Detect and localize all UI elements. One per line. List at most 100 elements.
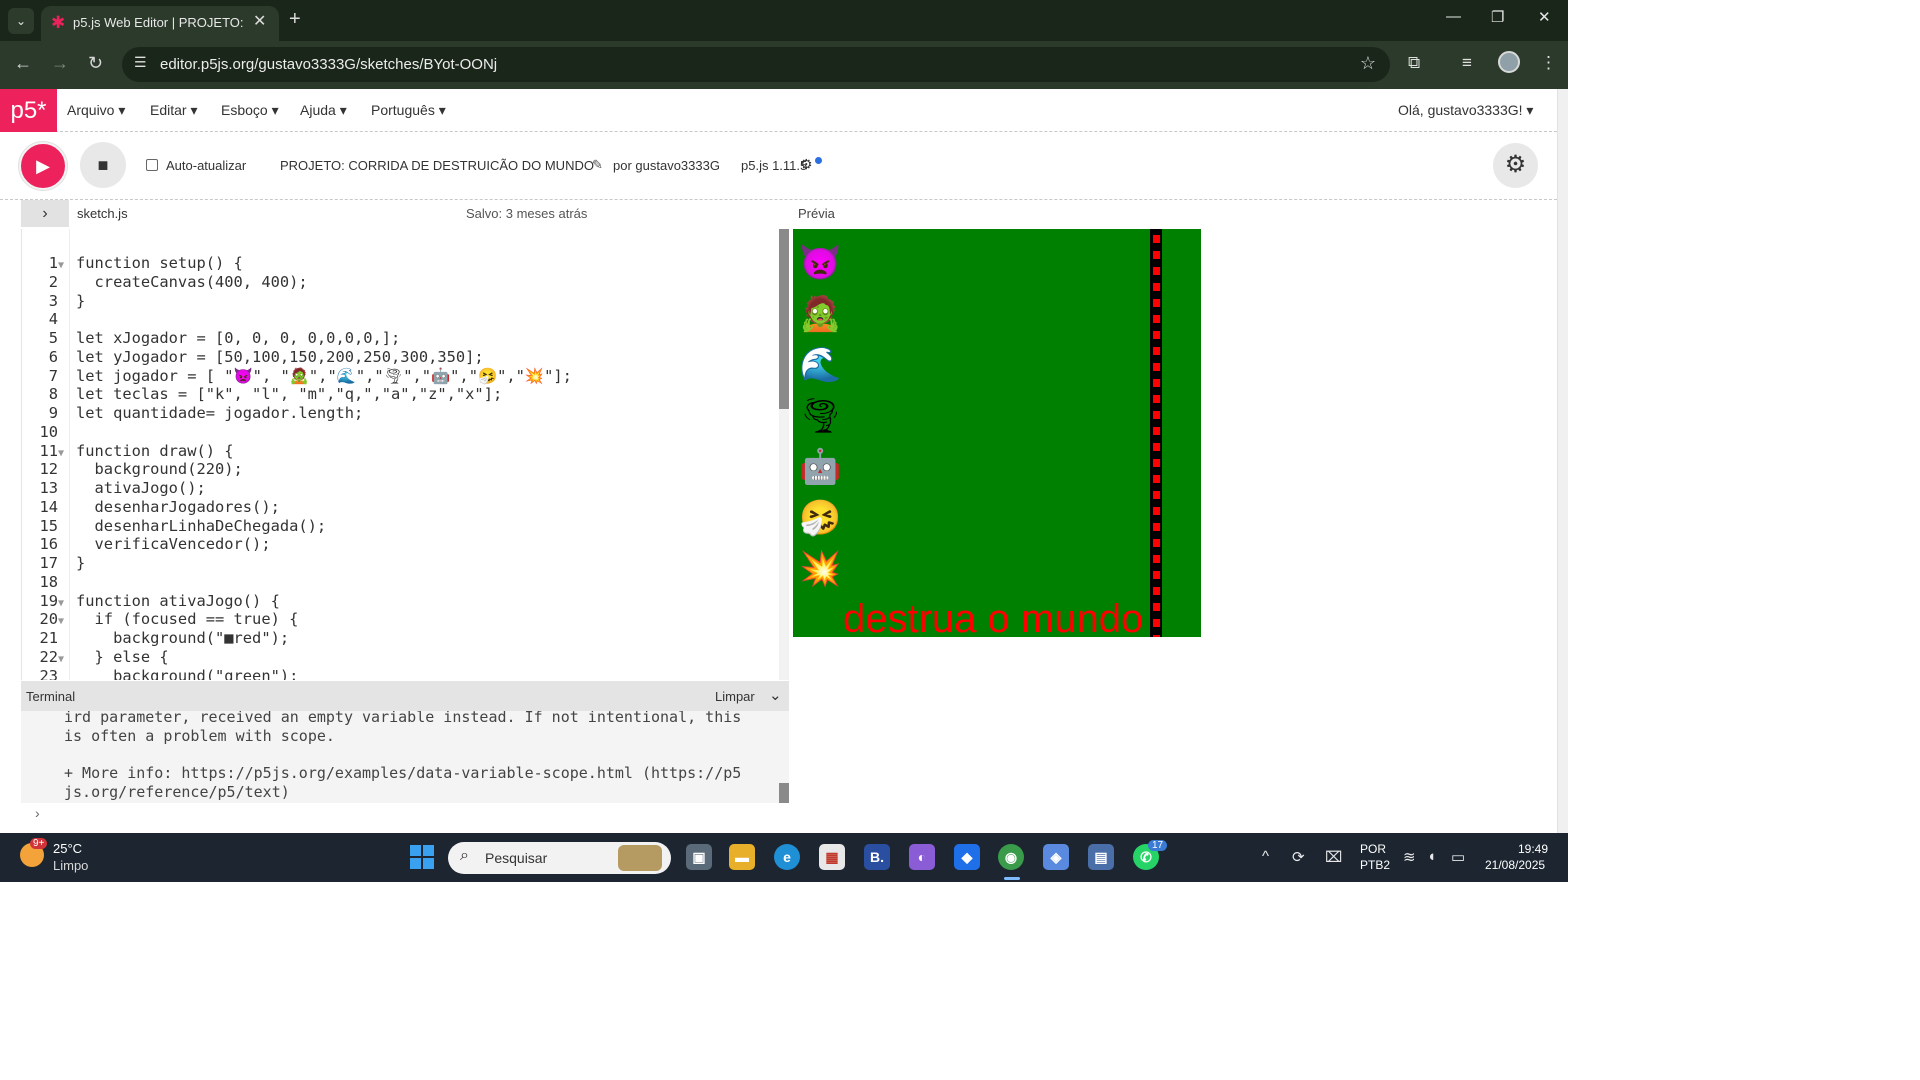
page-scrollbar[interactable] — [1557, 89, 1568, 833]
user-menu[interactable]: Olá, gustavo3333G! ▾ — [1398, 102, 1533, 119]
back-button[interactable]: ← — [14, 53, 32, 74]
code-line[interactable]: 15 desenharLinhaDeChegada(); — [22, 517, 572, 536]
store-icon[interactable]: ▦ — [819, 844, 845, 870]
forward-button[interactable]: → — [51, 53, 69, 74]
console-prompt[interactable]: › — [35, 805, 40, 821]
chrome-menu-icon[interactable]: ⋮ — [1540, 53, 1557, 73]
code-line[interactable]: 23 background("green"); — [22, 667, 572, 681]
wifi-icon[interactable]: ≋ — [1403, 848, 1416, 866]
code-line[interactable]: 18 — [22, 573, 572, 592]
clock-time[interactable]: 19:49 — [1518, 842, 1548, 856]
code-line[interactable]: 1▼ function setup() { — [22, 254, 572, 273]
new-tab-button[interactable]: + — [289, 8, 301, 31]
input-language[interactable]: POR — [1360, 842, 1386, 856]
browser-tab[interactable]: ✱ p5.js Web Editor | PROJETO: CO ✕ — [41, 6, 279, 41]
booking-icon[interactable]: B. — [864, 844, 890, 870]
remote-desktop-icon[interactable]: ▤ — [1088, 844, 1114, 870]
restore-button[interactable]: ❐ — [1491, 8, 1504, 26]
code-editor[interactable]: 1▼ function setup() {2 createCanvas(400, … — [21, 229, 790, 680]
code-line[interactable]: 20▼ if (focused == true) { — [22, 610, 572, 629]
code-line[interactable]: 10 — [22, 423, 572, 442]
code-line[interactable]: 14 desenharJogadores(); — [22, 498, 572, 517]
menu-language[interactable]: Português ▾ — [371, 102, 446, 119]
code-line[interactable]: 16 verificaVencedor(); — [22, 535, 572, 554]
code-line[interactable]: 13 ativaJogo(); — [22, 479, 572, 498]
battery-icon[interactable]: ▭ — [1451, 848, 1465, 866]
keyboard-layout[interactable]: PTB2 — [1360, 858, 1390, 872]
play-button[interactable]: ▶ — [19, 142, 67, 190]
minimize-button[interactable]: — — [1446, 8, 1461, 25]
weather-temp[interactable]: 25°C — [53, 841, 82, 856]
menu-esboco[interactable]: Esboço ▾ — [221, 102, 279, 119]
code-text: if (focused == true) { — [76, 610, 299, 629]
code-line[interactable]: 7 let jogador = [ "👿", "🧟","🌊","🌪","🤖","🤧… — [22, 367, 572, 386]
line-number: 3 — [48, 291, 58, 310]
finish-line-dash — [1153, 379, 1160, 387]
menu-ajuda[interactable]: Ajuda ▾ — [300, 102, 347, 119]
weather-desc[interactable]: Limpo — [53, 858, 88, 873]
copilot-icon[interactable]: ◐ — [909, 844, 935, 870]
console-scrollbar-thumb[interactable] — [779, 783, 789, 803]
code-line[interactable]: 17} — [22, 554, 572, 573]
code-line[interactable]: 12 background(220); — [22, 460, 572, 479]
sync-icon[interactable]: ⟳ — [1292, 848, 1305, 866]
taskbar-search[interactable]: ⌕ Pesquisar — [448, 842, 671, 874]
edit-name-icon[interactable]: ✎ — [592, 157, 603, 173]
task-view-icon[interactable]: ▣ — [686, 844, 712, 870]
windows-start-icon[interactable] — [410, 845, 434, 869]
stop-button[interactable]: ■ — [80, 142, 126, 188]
url-text[interactable]: editor.p5js.org/gustavo3333G/sketches/BY… — [160, 56, 497, 73]
project-name[interactable]: PROJETO: CORRIDA DE DESTRUICÃO DO MUNDO — [280, 158, 594, 173]
code-line[interactable]: 8 let teclas = ["k", "l", "m","q,","a","z… — [22, 385, 572, 404]
extensions-icon[interactable]: ⧉ — [1408, 53, 1420, 73]
code-line[interactable]: 9 let quantidade= jogador.length; — [22, 404, 572, 423]
sketch-preview-canvas[interactable]: destrua o mundo 👿 🧟 🌊 🌪 🤖 🤧 💥 — [793, 229, 1201, 637]
site-info-icon[interactable]: ☰ — [134, 54, 147, 71]
p5-version[interactable]: p5.js 1.11.5 — [741, 158, 807, 173]
chrome-icon[interactable]: ◉ — [998, 844, 1024, 870]
console-collapse-icon[interactable]: ⌄ — [769, 686, 782, 704]
goal-text: destrua o mundo — [843, 597, 1144, 637]
edge-icon[interactable]: e — [774, 844, 800, 870]
tray-overflow-icon[interactable]: ^ — [1262, 848, 1269, 865]
version-gear-icon[interactable]: ⚙ — [800, 156, 813, 173]
code-line[interactable]: 22▼ } else { — [22, 648, 572, 667]
menu-editar[interactable]: Editar ▾ — [150, 102, 198, 119]
code-area[interactable]: 1▼ function setup() {2 createCanvas(400, … — [22, 254, 572, 681]
code-line[interactable]: 4 — [22, 310, 572, 329]
file-explorer-icon[interactable]: ▬ — [729, 844, 755, 870]
tab-search-button[interactable]: ⌄ — [8, 8, 34, 34]
tab-close-icon[interactable]: ✕ — [253, 11, 266, 31]
dropbox-icon[interactable]: ◆ — [954, 844, 980, 870]
clock-date[interactable]: 21/08/2025 — [1485, 858, 1545, 872]
console-clear-button[interactable]: Limpar — [715, 689, 755, 704]
code-line[interactable]: 2 createCanvas(400, 400); — [22, 273, 572, 292]
profile-avatar[interactable] — [1498, 51, 1520, 73]
volume-icon[interactable]: ◖ — [1427, 848, 1436, 865]
media-controls-icon[interactable]: ≡ — [1462, 53, 1472, 73]
finish-line-dash — [1153, 411, 1160, 419]
p5-favicon-icon: ✱ — [51, 13, 66, 32]
code-text: createCanvas(400, 400); — [76, 272, 308, 291]
auto-refresh-checkbox[interactable] — [146, 159, 158, 171]
address-bar[interactable]: ☰ editor.p5js.org/gustavo3333G/sketches/… — [122, 47, 1390, 82]
bookmark-star-icon[interactable]: ☆ — [1360, 53, 1376, 74]
menu-arquivo[interactable]: Arquivo ▾ — [67, 102, 125, 119]
reload-button[interactable]: ↻ — [88, 53, 103, 74]
code-line[interactable]: 3} — [22, 292, 572, 311]
p5-logo[interactable]: p5* — [0, 89, 57, 132]
network-off-icon[interactable]: ⌧ — [1325, 848, 1342, 866]
project-author[interactable]: por gustavo3333G — [613, 158, 720, 173]
code-line[interactable]: 21 background("■red"); — [22, 629, 572, 648]
code-line[interactable]: 6 let yJogador = [50,100,150,200,250,300,… — [22, 348, 572, 367]
console-link[interactable]: js.org/reference/p5/text) — [64, 783, 290, 801]
settings-button[interactable]: ⚙ — [1493, 143, 1538, 188]
code-line[interactable]: 5 let xJogador = [0, 0, 0, 0,0,0,0,]; — [22, 329, 572, 348]
code-line[interactable]: 19▼ function ativaJogo() { — [22, 592, 572, 611]
m365-icon[interactable]: ◈ — [1043, 844, 1069, 870]
close-window-button[interactable]: ✕ — [1538, 8, 1551, 26]
finish-line-dash — [1153, 523, 1160, 531]
sidebar-toggle-button[interactable]: › — [21, 200, 69, 227]
code-line[interactable]: 11▼ function draw() { — [22, 442, 572, 461]
editor-scrollbar-thumb[interactable] — [779, 229, 789, 409]
